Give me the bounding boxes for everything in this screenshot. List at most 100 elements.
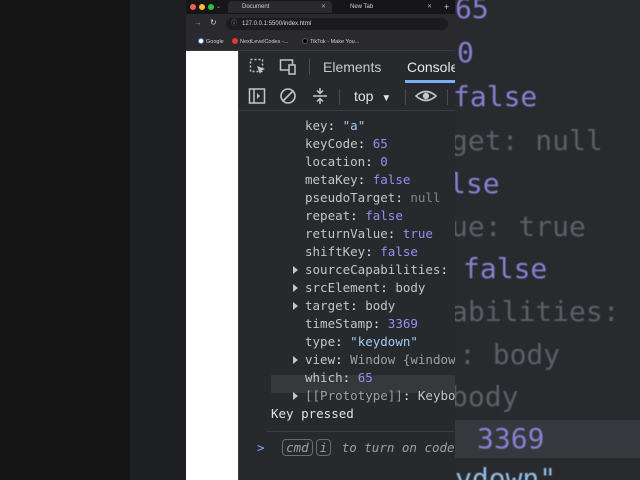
address-bar[interactable]: ⓘ 127.0.0.1:5500/index.html (226, 18, 448, 30)
toolbar-divider (447, 89, 448, 105)
console-hint: to turn on code (341, 440, 455, 455)
expand-triangle-icon[interactable] (293, 392, 298, 400)
blurred-backdrop: 65 0 false get: null lse ue: true false … (455, 0, 640, 480)
property-key: shiftKey (305, 244, 366, 259)
tab-new-tab[interactable]: New Tab ✕ (336, 1, 436, 13)
sidebar-toggle-icon[interactable] (248, 87, 266, 105)
site-info-icon[interactable]: ⓘ (231, 18, 237, 30)
property-value: "keydown" (350, 334, 418, 349)
property-value: false (365, 208, 403, 223)
devtools-panel: Elements Console top ▼ key: "a" keyCode:… (238, 51, 455, 480)
backdrop-line: body (455, 380, 519, 413)
property-row[interactable]: returnValue: true (305, 225, 433, 243)
backdrop-line: 3369 (477, 422, 545, 455)
dropdown-caret-icon: ▼ (381, 93, 392, 104)
backdrop-line: get: null (455, 124, 603, 157)
devtools-tab-bar: Elements Console (239, 51, 455, 84)
property-value: 65 (372, 136, 388, 151)
left-backdrop (0, 0, 130, 480)
property-value: true (402, 226, 433, 241)
close-window-button[interactable] (190, 4, 196, 10)
context-selector[interactable]: top ▼ (354, 88, 391, 104)
toolbar-divider (309, 59, 310, 75)
property-row[interactable]: target: body (305, 297, 395, 315)
context-label: top (354, 88, 374, 104)
forward-arrow-icon[interactable]: → (194, 18, 202, 27)
bookmark-google[interactable]: Google (198, 37, 224, 47)
browser-window: ⌄ Document ✕ New Tab ✕ + → ↻ ⓘ 127.0.0.1… (186, 0, 455, 480)
toolbar-divider (405, 89, 406, 105)
tab-console[interactable]: Console (407, 59, 455, 75)
property-row[interactable]: sourceCapabilities: (305, 261, 448, 279)
bookmark-label: TikTok - Make You... (310, 39, 360, 45)
property-row[interactable]: type: "keydown" (305, 333, 418, 351)
property-key: pseudoTarget (305, 190, 396, 205)
property-value: 0 (380, 154, 388, 169)
property-key: metaKey (305, 172, 358, 187)
console-prompt[interactable]: > cmd i to turn on code (257, 437, 455, 459)
new-tab-plus-icon[interactable]: + (444, 1, 449, 13)
toolbar: → ↻ ⓘ 127.0.0.1:5500/index.html (186, 14, 455, 34)
inspect-element-icon[interactable] (249, 58, 267, 76)
backdrop-line: lse (455, 167, 500, 200)
expand-triangle-icon[interactable] (293, 266, 298, 274)
property-key: returnValue (305, 226, 388, 241)
backdrop-line: false (463, 252, 548, 285)
tab-document[interactable]: Document ✕ (228, 1, 332, 13)
clear-console-icon[interactable] (279, 87, 297, 105)
prompt-chevron-icon: > (257, 440, 265, 455)
property-row[interactable]: keyCode: 65 (305, 135, 388, 153)
property-row[interactable]: key: "a" (305, 117, 365, 135)
tab-close-icon[interactable]: ✕ (427, 1, 432, 13)
backdrop-line: 65 (455, 0, 489, 25)
bookmark-nextlevelcodes[interactable]: NextLevelCodes -... (232, 37, 288, 47)
console-divider (267, 431, 455, 432)
property-key: keyCode (305, 136, 358, 151)
backdrop-line: abilities: (455, 295, 620, 328)
live-expression-eye-icon[interactable] (415, 87, 437, 105)
device-toolbar-icon[interactable] (279, 58, 297, 76)
page-viewport[interactable] (186, 51, 238, 480)
zoom-window-button[interactable] (208, 4, 214, 10)
property-row[interactable]: [[Prototype]]: Keybo (305, 387, 455, 405)
property-row[interactable]: shiftKey: false (305, 243, 418, 261)
property-row[interactable]: srcElement: body (305, 279, 425, 297)
cmd-key-badge: cmd (282, 439, 313, 456)
property-value: 65 (357, 370, 373, 385)
property-row[interactable]: pseudoTarget: null (305, 189, 440, 207)
expand-triangle-icon[interactable] (293, 284, 298, 292)
backdrop-line: 0 (457, 36, 474, 69)
toolbar-divider (339, 89, 340, 105)
property-key: which (305, 370, 343, 385)
tab-close-icon[interactable]: ✕ (321, 1, 326, 13)
collapse-group-icon[interactable] (311, 87, 329, 105)
address-text: 127.0.0.1:5500/index.html (242, 21, 312, 27)
property-row[interactable]: metaKey: false (305, 171, 410, 189)
property-key: repeat (305, 208, 351, 223)
property-value: 3369 (387, 316, 418, 331)
i-key-badge: i (315, 439, 332, 456)
youtube-icon (232, 38, 238, 44)
property-value: false (380, 244, 418, 259)
tab-elements[interactable]: Elements (323, 59, 381, 75)
tab-bar: ⌄ Document ✕ New Tab ✕ + (186, 0, 455, 14)
property-row[interactable]: which: 65 (305, 369, 373, 387)
property-value: Keybo (417, 388, 455, 403)
bookmark-tiktok[interactable]: TikTok - Make You... (302, 37, 359, 47)
tab-list-chevron-icon[interactable]: ⌄ (216, 1, 226, 13)
property-key: timeStamp (305, 316, 373, 331)
property-row[interactable]: location: 0 (305, 153, 388, 171)
tab-label: Document (242, 4, 270, 10)
console-toolbar: top ▼ (239, 83, 455, 111)
minimize-window-button[interactable] (199, 4, 205, 10)
property-row[interactable]: repeat: false (305, 207, 403, 225)
backdrop-line: : body (459, 338, 561, 371)
property-row[interactable]: timeStamp: 3369 (305, 315, 418, 333)
console-output[interactable]: key: "a" keyCode: 65 location: 0 metaKey… (239, 111, 455, 480)
backdrop-line: ydown" (455, 462, 557, 480)
bookmarks-bar: Google NextLevelCodes -... TikTok - Make… (186, 34, 455, 51)
expand-triangle-icon[interactable] (293, 356, 298, 364)
reload-icon[interactable]: ↻ (210, 18, 217, 27)
expand-triangle-icon[interactable] (293, 302, 298, 310)
property-row[interactable]: view: Window {window (305, 351, 455, 369)
